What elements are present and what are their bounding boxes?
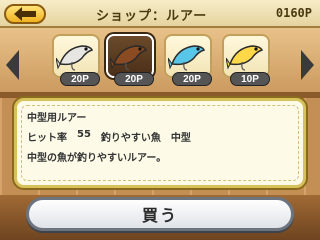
lure-name: 中型用ルアー [27, 113, 87, 124]
lure-fish-icon [56, 45, 94, 71]
lure-price-tag: 20P [114, 72, 154, 86]
lure-stats: ヒット率 55 釣りやすい魚 中型 [27, 129, 191, 144]
lure-fish-icon [168, 45, 206, 71]
lure-price-tag: 10P [230, 72, 270, 86]
shop-shelf [0, 28, 320, 98]
lure-info-panel: 中型用ルアー ヒット率 55 釣りやすい魚 中型 中型の魚が釣りやすいルアー。 [14, 98, 306, 188]
lure-fish-icon [110, 45, 148, 71]
buy-button[interactable]: 買う [26, 197, 294, 231]
lure-slot[interactable]: 20P [106, 34, 154, 88]
hit-rate-value: 55 [77, 129, 91, 140]
page-title: ショップ：ルアー [96, 9, 208, 24]
lure-fish-icon [226, 45, 264, 71]
back-arrow-icon [14, 7, 36, 21]
lure-slot[interactable]: 20P [52, 34, 100, 88]
lure-description: 中型の魚が釣りやすいルアー。 [27, 153, 167, 164]
lure-slot[interactable]: 10P [222, 34, 270, 88]
back-button[interactable] [4, 4, 46, 24]
easy-fish-value: 中型 [170, 133, 191, 144]
lure-price-tag: 20P [172, 72, 212, 86]
top-bar: ショップ：ルアー 0160P [0, 0, 320, 28]
money-counter: 0160P [275, 6, 312, 20]
lure-price-tag: 20P [60, 72, 100, 86]
scroll-left-icon[interactable] [6, 50, 20, 80]
lure-slot[interactable]: 20P [164, 34, 212, 88]
scroll-right-icon[interactable] [300, 50, 314, 80]
hit-rate-label: ヒット率 [27, 133, 67, 144]
buy-button-label: 買う [141, 206, 178, 225]
easy-fish-label: 釣りやすい魚 [100, 133, 161, 144]
